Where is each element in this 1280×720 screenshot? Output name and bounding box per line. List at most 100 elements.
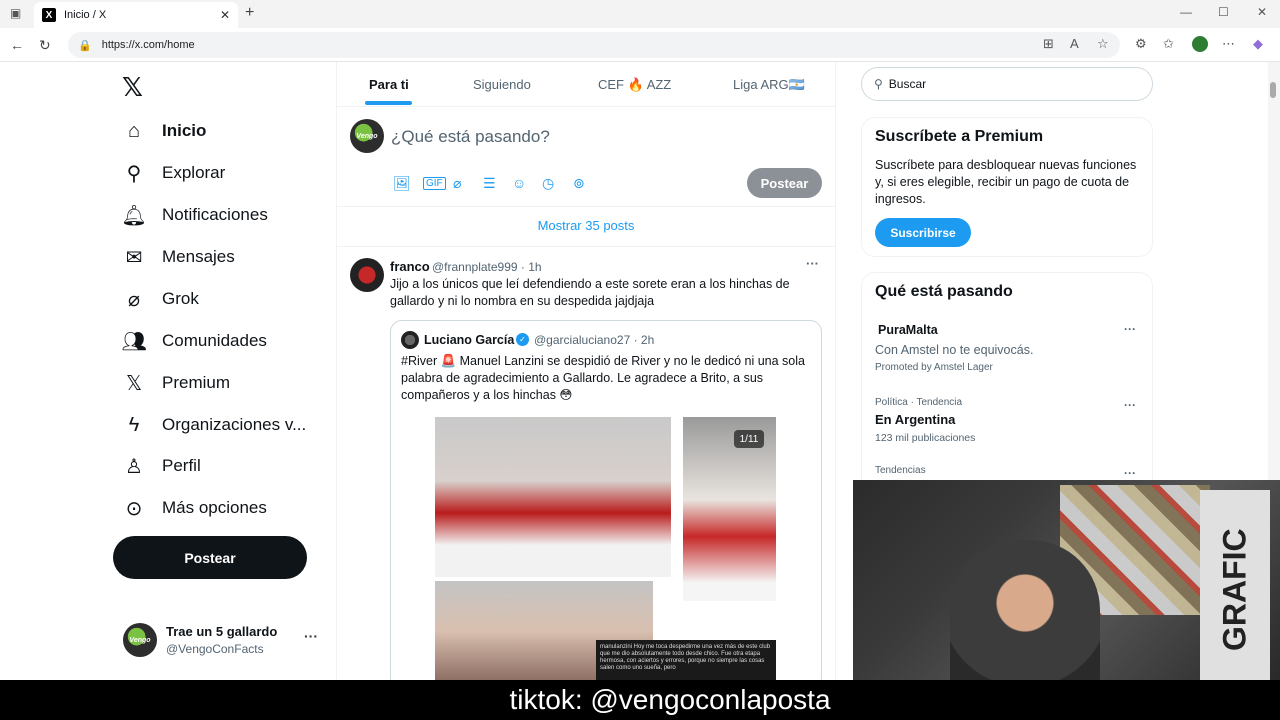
ad-text[interactable]: Con Amstel no te equivocás. [875, 343, 1033, 357]
divider [336, 246, 836, 247]
emoji-icon[interactable]: ☺ [512, 175, 526, 191]
nav-item-explorar[interactable]: ⚲ Explorar [122, 153, 226, 193]
tiktok-banner-text: tiktok: @vengoconlaposta [509, 684, 831, 715]
read-aloud-icon[interactable]: A [1070, 36, 1079, 51]
compose-avatar[interactable]: Vengo [350, 119, 384, 153]
window-close-icon[interactable]: ✕ [1257, 5, 1267, 19]
tweet-author-handle[interactable]: @frannplate999 · 1h [432, 260, 542, 274]
reload-icon[interactable]: ↻ [39, 37, 51, 54]
maximize-icon[interactable]: ☐ [1218, 5, 1229, 19]
divider [336, 206, 836, 207]
tab-actions-icon[interactable]: ▣ [10, 6, 21, 20]
premium-description: Suscríbete para desbloquear nuevas funci… [875, 158, 1137, 206]
ad-promoted-label: Promoted by Amstel Lager [875, 362, 993, 373]
x-logo-icon: 𝕏 [125, 372, 143, 395]
scrollbar-thumb[interactable] [1270, 82, 1276, 98]
browser-tab-bar: ▣ X Inicio / X ✕ + — ☐ ✕ [0, 0, 1280, 28]
tweet-more-icon[interactable]: ··· [806, 256, 819, 271]
grok-compose-icon[interactable]: ⌀ [453, 175, 461, 192]
trend-category: Tendencias [875, 465, 926, 476]
post-button[interactable]: Postear [113, 536, 307, 579]
extensions-icon[interactable]: ⚙ [1135, 36, 1147, 52]
nav-item-inicio[interactable]: ⌂ Inicio [122, 111, 206, 151]
trend-more-icon[interactable]: ··· [1124, 466, 1136, 480]
person-icon: ♙ [125, 455, 143, 478]
search-icon: ⚲ [126, 162, 142, 185]
quote-text: #River 🚨 Manuel Lanzini se despidió de R… [401, 354, 805, 402]
home-icon: ⌂ [127, 119, 141, 142]
compose-input[interactable]: ¿Qué está pasando? [391, 127, 550, 147]
url-text: https://x.com/home [101, 39, 195, 51]
account-avatar[interactable]: Vengo [123, 623, 157, 657]
tab-siguiendo[interactable]: Siguiendo [473, 77, 531, 92]
nav-item-organizaciones[interactable]: ϟ Organizaciones v... [122, 405, 307, 445]
nav-label: Grok [162, 289, 199, 308]
active-tab-indicator [365, 101, 412, 105]
app-icon[interactable]: ⊞ [1043, 36, 1054, 52]
gif-icon[interactable]: GIF [423, 177, 446, 190]
nav-item-premium[interactable]: 𝕏 Premium [122, 363, 230, 403]
nav-item-notificaciones[interactable]: 🔔︎ Notificaciones [121, 195, 268, 235]
nav-item-mensajes[interactable]: ✉ Mensajes [122, 237, 235, 277]
media-caption: manulanzini Hoy me toca despedirme una v… [596, 640, 776, 680]
mail-icon: ✉ [125, 246, 143, 269]
nav-item-perfil[interactable]: ♙ Perfil [122, 446, 201, 486]
favorite-star-icon[interactable]: ☆ [1097, 36, 1109, 52]
ad-name[interactable]: PuraMalta [878, 323, 938, 337]
people-icon: 👥︎ [121, 330, 147, 353]
compose-post-button[interactable]: Postear [747, 168, 822, 198]
verified-badge-icon: ✓ [516, 333, 529, 346]
nav-label: Más opciones [162, 498, 267, 517]
tab-para-ti[interactable]: Para ti [369, 77, 409, 92]
x-logo-icon[interactable]: 𝕏 [122, 72, 143, 103]
quote-author-handle: @garcialuciano27 · 2h [534, 333, 655, 347]
menu-dots-icon[interactable]: ⋯ [1222, 36, 1235, 52]
url-field[interactable]: 🔒 https://x.com/home [68, 32, 1120, 58]
trends-title: Qué está pasando [875, 283, 1013, 300]
nav-item-comunidades[interactable]: 👥︎ Comunidades [121, 321, 267, 361]
profile-avatar[interactable] [1192, 36, 1208, 52]
tab-liga-arg[interactable]: Liga ARG🇦🇷 [733, 77, 805, 93]
trend-name[interactable]: En Argentina [875, 412, 955, 427]
account-handle[interactable]: @VengoConFacts [166, 642, 264, 656]
show-more-posts[interactable]: Mostrar 35 posts [336, 218, 836, 233]
quote-avatar [401, 331, 419, 349]
trend-more-icon[interactable]: ··· [1124, 398, 1136, 412]
nav-label: Perfil [162, 456, 201, 475]
nav-label: Inicio [162, 121, 207, 140]
tab-cef-azz[interactable]: CEF 🔥 AZZ [598, 77, 671, 93]
tweet-avatar[interactable] [350, 258, 384, 292]
account-more-icon[interactable]: ··· [304, 628, 318, 644]
browser-tab[interactable]: X Inicio / X ✕ [34, 2, 238, 28]
tab-title: Inicio / X [64, 9, 107, 21]
bell-icon: 🔔︎ [121, 204, 147, 227]
location-icon[interactable]: ⊚ [573, 175, 585, 192]
media-count-badge: 1/11 [734, 430, 764, 448]
close-tab-icon[interactable]: ✕ [220, 8, 230, 22]
new-tab-icon[interactable]: + [245, 4, 254, 22]
trend-category: Política · Tendencia [875, 397, 963, 408]
tweet-text: Jijo a los únicos que leí defendiendo a … [390, 277, 790, 308]
nav-item-grok[interactable]: ⌀ Grok [122, 279, 199, 319]
nav-label: Comunidades [162, 331, 267, 350]
favorites-icon[interactable]: ✩ [1163, 36, 1174, 52]
nav-label: Notificaciones [162, 205, 268, 224]
copilot-icon[interactable]: ◆ [1253, 36, 1263, 52]
account-name[interactable]: Trae un 5 gallardo [166, 624, 277, 639]
nav-label: Explorar [162, 163, 226, 182]
media-image[interactable] [435, 417, 671, 577]
search-placeholder: Buscar [888, 77, 927, 91]
search-input[interactable]: ⚲ Buscar [861, 67, 1153, 101]
nav-label: Premium [162, 373, 231, 392]
nav-item-mas-opciones[interactable]: ⊙ Más opciones [122, 488, 267, 528]
poll-icon[interactable]: ☰ [483, 175, 496, 192]
minimize-icon[interactable]: — [1180, 5, 1192, 19]
image-icon[interactable]: 🖼︎ [393, 175, 411, 192]
subscribe-button[interactable]: Suscribirse [875, 218, 971, 247]
tweet-author-name[interactable]: franco [390, 259, 430, 274]
address-bar: ← ↻ 🔒 https://x.com/home ⊞ A ☆ ⚙ ✩ ⋯ ◆ [0, 28, 1280, 62]
trend-more-icon[interactable]: ··· [1124, 322, 1136, 336]
quote-author-name: Luciano García [424, 333, 515, 347]
schedule-icon[interactable]: ◷ [542, 175, 554, 192]
back-icon[interactable]: ← [10, 37, 24, 53]
